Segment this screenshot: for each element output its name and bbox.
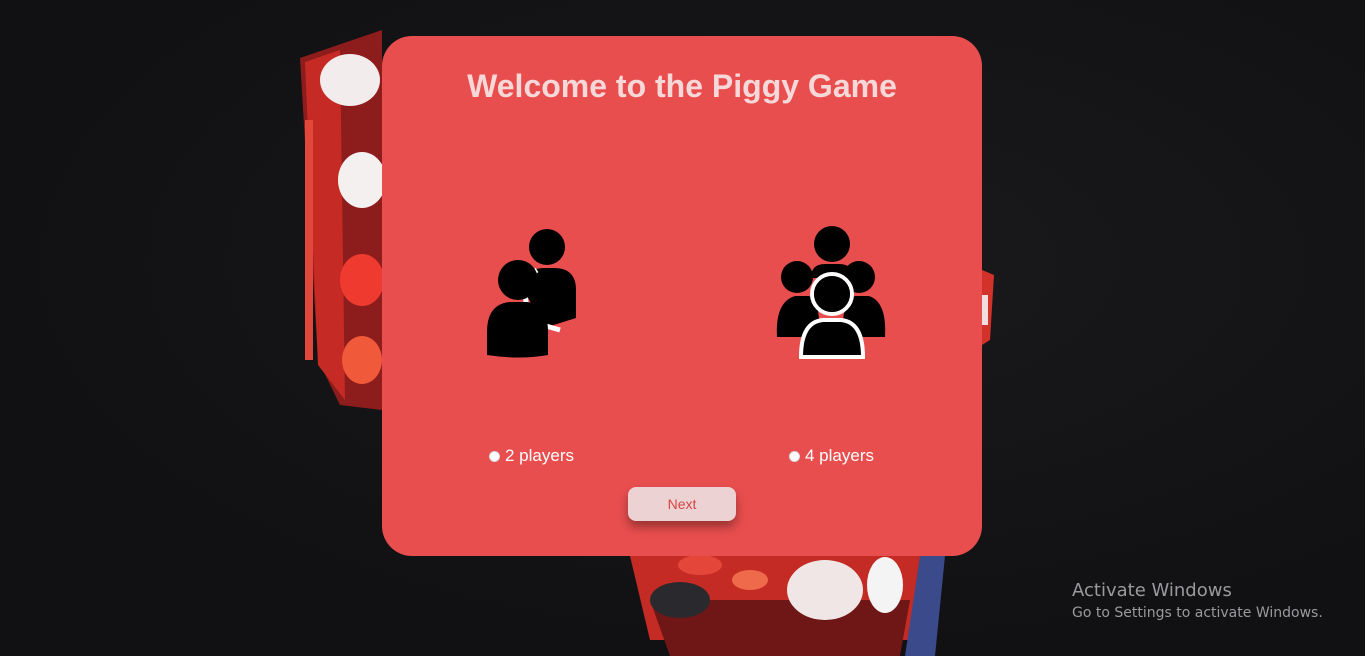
radio-2-players[interactable] xyxy=(489,450,500,462)
option-4-players[interactable]: 4 players xyxy=(789,445,874,467)
option-2-players[interactable]: 2 players xyxy=(489,445,574,467)
bottom-die-image xyxy=(630,555,945,656)
next-button[interactable]: Next xyxy=(628,487,736,521)
watermark-subtitle: Go to Settings to activate Windows. xyxy=(1072,605,1323,621)
page-title: Welcome to the Piggy Game xyxy=(467,68,897,104)
right-die-image xyxy=(982,270,994,345)
watermark-title: Activate Windows xyxy=(1072,580,1232,601)
four-users-icon[interactable] xyxy=(775,222,887,362)
welcome-card: Welcome to the Piggy Game 2 players 4 pl… xyxy=(382,36,982,556)
option-2-players-label: 2 players xyxy=(505,446,574,465)
two-users-icon[interactable] xyxy=(482,222,582,362)
option-4-players-label: 4 players xyxy=(805,446,874,465)
radio-4-players[interactable] xyxy=(789,450,800,462)
activate-windows-watermark: Activate Windows Go to Settings to activ… xyxy=(1072,580,1323,624)
left-die-image xyxy=(300,30,386,410)
